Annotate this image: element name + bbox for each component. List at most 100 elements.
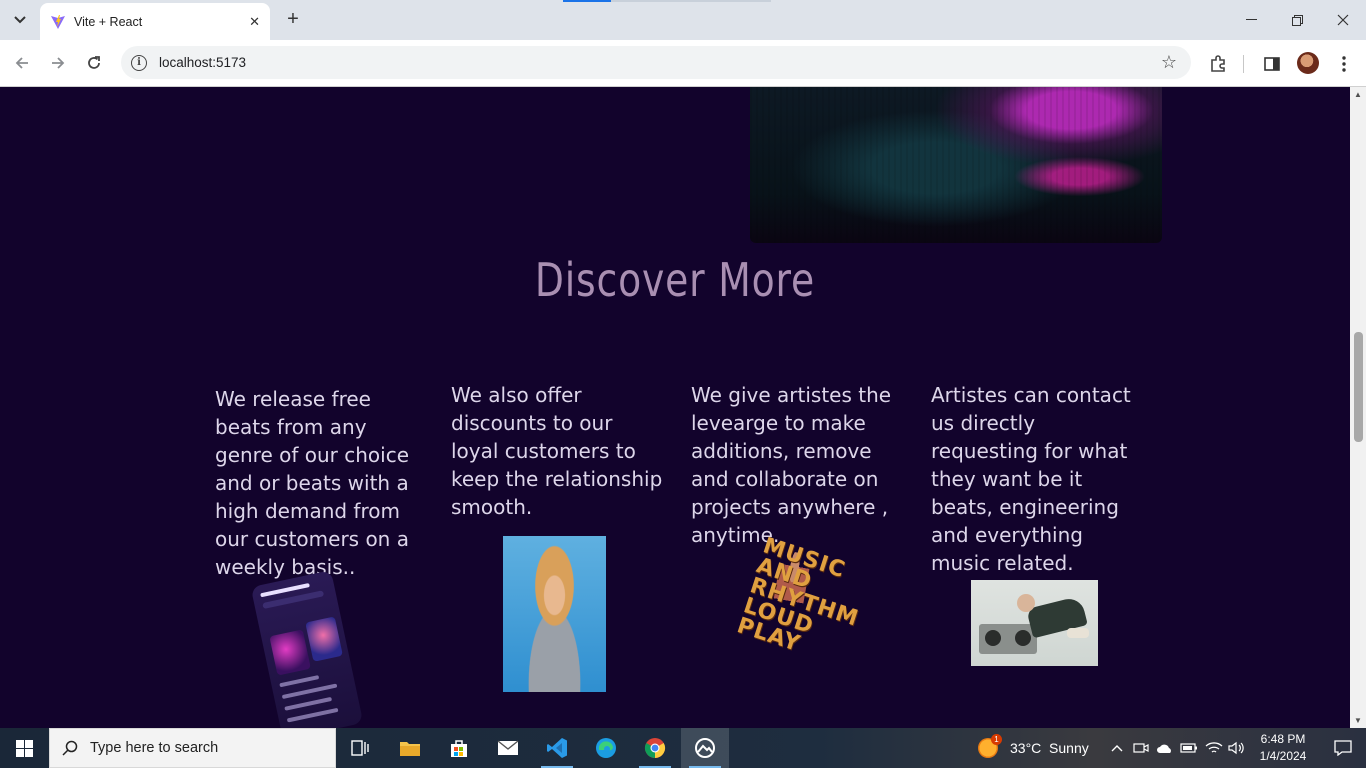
extensions-button[interactable] xyxy=(1206,52,1230,76)
phone-list-row xyxy=(284,696,333,711)
cloud-icon xyxy=(1157,744,1171,753)
browser-toolbar: i localhost:5173 ☆ xyxy=(0,40,1366,87)
poster-text: MUSIC AND RHYTHM LOUD PLAY xyxy=(733,533,862,658)
scrollbar-thumb[interactable] xyxy=(1354,332,1363,442)
chevron-up-icon xyxy=(1111,745,1123,752)
microsoft-store-button[interactable] xyxy=(435,728,483,768)
mail-button[interactable] xyxy=(484,728,532,768)
hero-image xyxy=(750,87,1162,243)
arrow-right-icon xyxy=(52,57,65,69)
feature-card-contact: Artistes can contact us directly request… xyxy=(931,381,1141,577)
feature-text: We release free beats from any genre of … xyxy=(215,387,410,579)
new-tab-button[interactable]: + xyxy=(282,8,304,30)
reload-icon xyxy=(88,56,100,69)
vscode-button[interactable] xyxy=(533,728,581,768)
phone-list-row xyxy=(286,707,339,723)
side-panel-button[interactable] xyxy=(1260,52,1284,76)
weather-notification-badge: 1 xyxy=(991,734,1002,745)
bookmark-star-icon[interactable]: ☆ xyxy=(1161,52,1177,73)
restore-icon xyxy=(1291,14,1303,26)
search-icon xyxy=(62,740,78,756)
feature-card-collaborate: We give artistes the levearge to make ad… xyxy=(691,381,906,549)
wifi-icon xyxy=(1205,742,1223,753)
store-icon xyxy=(451,740,467,757)
camera-icon xyxy=(1133,743,1149,753)
forward-button[interactable] xyxy=(45,50,71,76)
start-button[interactable] xyxy=(0,728,48,768)
volume-button[interactable] xyxy=(1226,728,1248,768)
reload-button[interactable] xyxy=(81,50,107,76)
shoe-shape xyxy=(1067,628,1089,638)
feature-text: We give artistes the levearge to make ad… xyxy=(691,383,892,547)
loading-indicator xyxy=(563,0,611,2)
menu-button[interactable] xyxy=(1332,52,1356,76)
scroll-up-arrow-icon[interactable]: ▲ xyxy=(1353,90,1363,99)
music-poster-image: MUSIC AND RHYTHM LOUD PLAY xyxy=(734,533,862,670)
feature-card-weekly-beats: We release free beats from any genre of … xyxy=(215,385,415,581)
windows-taskbar: Type here to search 1 33°C Sunny 6:48 PM… xyxy=(0,728,1366,768)
edge-icon xyxy=(596,738,616,758)
page-viewport: Discover More We release free beats from… xyxy=(0,87,1350,728)
clock-time: 6:48 PM xyxy=(1260,732,1306,746)
laughing-woman-image xyxy=(503,536,606,692)
restore-button[interactable] xyxy=(1274,0,1320,40)
taskbar-search-box[interactable]: Type here to search xyxy=(49,728,336,768)
arrow-left-icon xyxy=(15,57,28,69)
search-placeholder: Type here to search xyxy=(90,740,219,756)
onedrive-button[interactable] xyxy=(1154,728,1176,768)
task-view-button[interactable] xyxy=(336,728,384,768)
weather-text: 33°C Sunny xyxy=(1010,740,1089,756)
photos-app-button[interactable] xyxy=(681,728,729,768)
scroll-down-arrow-icon[interactable]: ▼ xyxy=(1353,716,1363,725)
toolbar-divider xyxy=(1243,55,1244,73)
system-clock[interactable]: 6:48 PM 1/4/2024 xyxy=(1252,731,1314,765)
profile-avatar[interactable] xyxy=(1297,52,1319,74)
feature-text: We also offer discounts to our loyal cus… xyxy=(451,383,663,519)
url-text[interactable]: localhost:5173 xyxy=(159,55,1161,70)
speaker-icon xyxy=(1228,741,1244,755)
tab-strip: Vite + React ✕ + xyxy=(0,0,1366,40)
site-info-icon[interactable]: i xyxy=(131,54,147,71)
chrome-button[interactable] xyxy=(631,728,679,768)
boombox-image xyxy=(971,580,1098,666)
notification-icon xyxy=(1334,740,1352,756)
photos-icon xyxy=(695,738,715,758)
minimize-icon xyxy=(1245,19,1257,20)
close-window-button[interactable] xyxy=(1320,0,1366,40)
phone-album-art xyxy=(269,629,311,676)
show-hidden-icons-button[interactable] xyxy=(1107,728,1127,768)
mail-icon xyxy=(497,740,519,755)
speaker-shape xyxy=(985,630,1001,646)
weather-widget[interactable]: 1 33°C Sunny xyxy=(978,728,1089,768)
meet-now-button[interactable] xyxy=(1131,728,1151,768)
wifi-button[interactable] xyxy=(1203,728,1225,768)
close-icon xyxy=(1337,14,1349,26)
chevron-down-icon xyxy=(14,16,26,24)
chrome-icon xyxy=(644,738,666,759)
kebab-menu-icon xyxy=(1342,56,1346,72)
address-bar[interactable]: i localhost:5173 ☆ xyxy=(121,46,1191,79)
battery-button[interactable] xyxy=(1179,728,1199,768)
tab-search-button[interactable] xyxy=(6,8,34,32)
loading-indicator-track xyxy=(611,0,771,2)
vertical-scrollbar[interactable]: ▲ ▼ xyxy=(1350,87,1366,728)
folder-icon xyxy=(400,742,420,756)
clock-date: 1/4/2024 xyxy=(1259,749,1307,763)
notification-center-button[interactable] xyxy=(1320,728,1366,768)
sun-icon: 1 xyxy=(978,734,1002,758)
tab-title: Vite + React xyxy=(74,14,143,29)
tab-close-icon[interactable]: ✕ xyxy=(249,14,260,30)
back-button[interactable] xyxy=(9,50,35,76)
phone-album-art xyxy=(305,616,343,662)
file-explorer-button[interactable] xyxy=(386,728,434,768)
battery-icon xyxy=(1180,743,1197,753)
minimize-button[interactable] xyxy=(1228,0,1274,40)
phone-list-row xyxy=(279,675,320,688)
browser-tab[interactable]: Vite + React ✕ xyxy=(40,3,270,40)
phone-app-image xyxy=(250,570,364,728)
edge-button[interactable] xyxy=(582,728,630,768)
feature-text: Artistes can contact us directly request… xyxy=(931,383,1131,575)
person-head-shape xyxy=(1017,594,1035,612)
section-title: Discover More xyxy=(534,253,816,307)
vite-logo-icon xyxy=(51,14,65,29)
